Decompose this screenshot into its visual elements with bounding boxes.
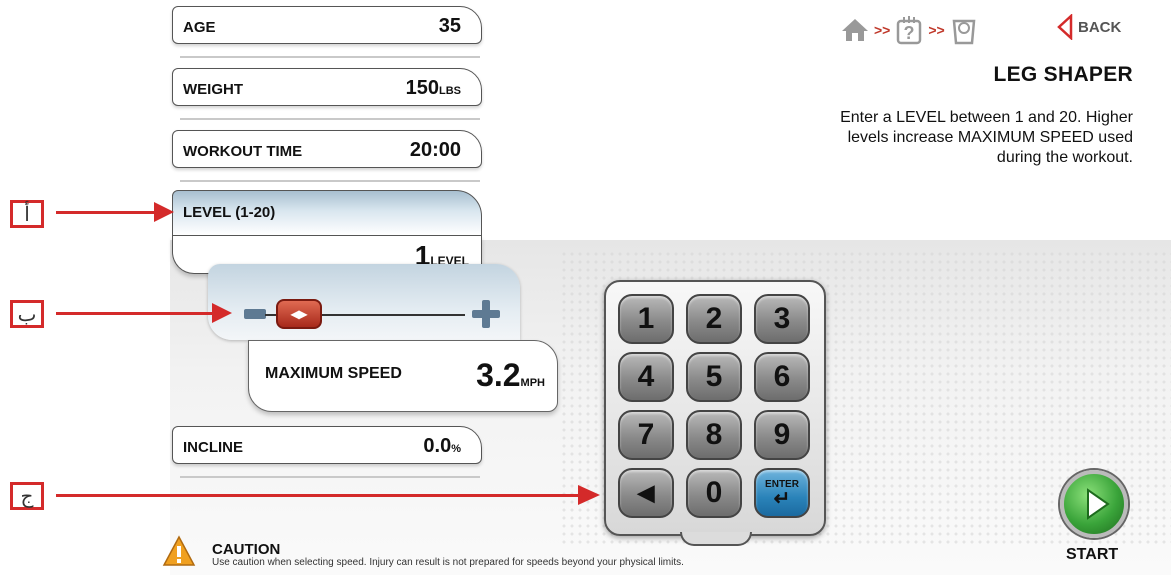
breadcrumb-separator: >> — [874, 22, 891, 38]
annotation-marker-c: ج — [10, 482, 44, 510]
start-button[interactable] — [1060, 470, 1128, 538]
key-0[interactable]: 0 — [686, 468, 742, 518]
back-button[interactable]: BACK — [1056, 14, 1121, 40]
breadcrumb-separator: >> — [928, 22, 945, 38]
speed-slider-thumb[interactable]: ◂▸ — [276, 299, 322, 329]
annotation-arrowhead-b — [212, 303, 232, 323]
increase-speed-button[interactable] — [472, 300, 500, 328]
back-chevron-icon — [1057, 14, 1073, 40]
key-9[interactable]: 9 — [754, 410, 810, 460]
incline-value: 0.0% — [423, 435, 461, 457]
key-3[interactable]: 3 — [754, 294, 810, 344]
key-4[interactable]: 4 — [618, 352, 674, 402]
divider — [180, 476, 480, 478]
plus-icon-v — [482, 300, 490, 328]
annotation-marker-b: ب — [10, 300, 44, 328]
decrease-speed-button[interactable] — [244, 309, 266, 319]
caution-title: CAUTION — [212, 541, 281, 558]
annotation-marker-a: أ — [10, 200, 44, 228]
age-value: 35 — [438, 15, 461, 37]
workout-time-field[interactable]: WORKOUT TIME 20:00 — [172, 130, 482, 168]
backspace-key[interactable]: ◀ — [618, 468, 674, 518]
annotation-arrow-a — [56, 211, 160, 214]
keypad-tip — [680, 532, 752, 546]
caution-text: Use caution when selecting speed. Injury… — [212, 557, 684, 568]
slider-arrows-icon: ◂▸ — [290, 306, 308, 323]
start-label: START — [1066, 546, 1119, 563]
enter-key[interactable]: ENTER ↵ — [754, 468, 810, 518]
program-title: LEG SHAPER — [993, 63, 1133, 86]
scale-icon[interactable] — [949, 15, 979, 45]
divider — [180, 118, 480, 120]
incline-field[interactable]: INCLINE 0.0% — [172, 426, 482, 464]
warning-icon — [162, 535, 196, 566]
weight-label: WEIGHT — [183, 81, 243, 98]
max-speed-panel: MAXIMUM SPEED 3.2MPH — [248, 340, 558, 412]
svg-text:?: ? — [904, 23, 915, 43]
divider — [180, 56, 480, 58]
key-8[interactable]: 8 — [686, 410, 742, 460]
key-5[interactable]: 5 — [686, 352, 742, 402]
divider — [180, 180, 480, 182]
key-7[interactable]: 7 — [618, 410, 674, 460]
enter-arrow-icon: ↵ — [773, 487, 791, 510]
key-1[interactable]: 1 — [618, 294, 674, 344]
weight-field[interactable]: WEIGHT 150LBS — [172, 68, 482, 106]
max-speed-label: MAXIMUM SPEED — [265, 365, 402, 382]
play-icon — [1087, 488, 1110, 520]
weight-value: 150LBS — [405, 77, 461, 99]
key-2[interactable]: 2 — [686, 294, 742, 344]
level-field-header[interactable]: LEVEL (1-20) — [172, 190, 482, 236]
back-label: BACK — [1078, 18, 1122, 36]
program-description: Enter a LEVEL between 1 and 20. Higher l… — [840, 109, 1133, 166]
workout-time-value: 20:00 — [409, 139, 461, 161]
max-speed-value: 3.2MPH — [476, 357, 545, 393]
level-label: LEVEL (1-20) — [183, 204, 276, 221]
workout-time-label: WORKOUT TIME — [183, 143, 303, 160]
incline-label: INCLINE — [183, 439, 243, 456]
breadcrumb: >> ? >> — [840, 10, 979, 50]
key-6[interactable]: 6 — [754, 352, 810, 402]
annotation-arrow-b — [56, 312, 216, 315]
annotation-arrowhead-a — [154, 202, 174, 222]
home-icon[interactable] — [840, 17, 870, 43]
age-field[interactable]: AGE 35 — [172, 6, 482, 44]
age-label: AGE — [183, 19, 216, 36]
annotation-arrow-c — [56, 494, 580, 497]
annotation-arrowhead-c — [578, 485, 600, 505]
help-icon[interactable]: ? — [894, 15, 924, 45]
